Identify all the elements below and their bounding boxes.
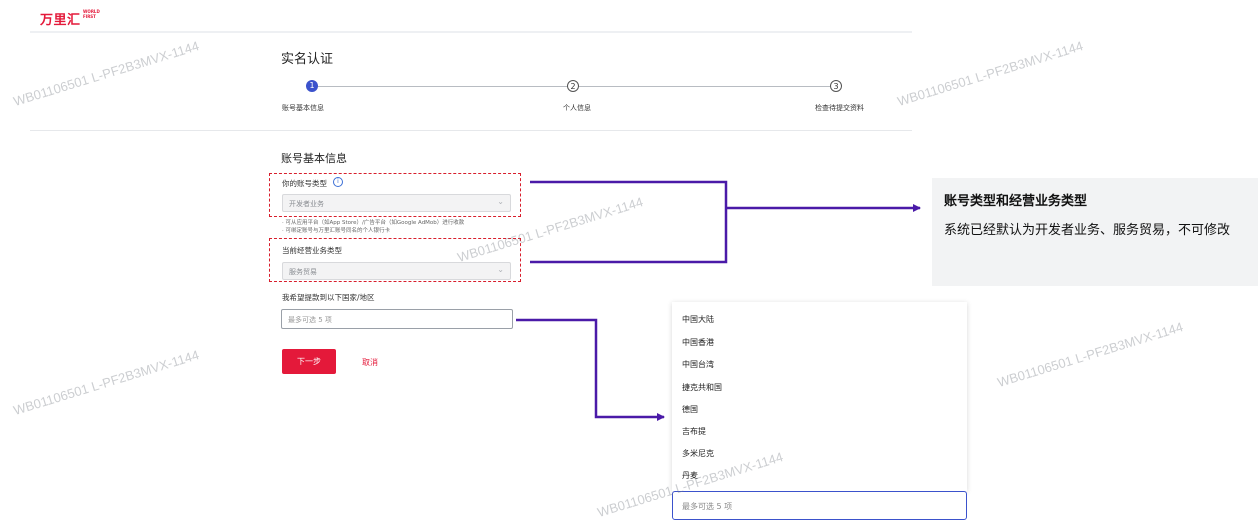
next-step-button[interactable]: 下一步 <box>282 349 336 374</box>
brand-logo: 万里汇 <box>40 13 81 28</box>
step-3-indicator: 3 <box>830 80 842 92</box>
dropdown-option[interactable]: 多米尼克 <box>682 448 714 459</box>
dropdown-search-placeholder: 最多可选 5 项 <box>682 502 733 511</box>
dropdown-option[interactable]: 中国台湾 <box>682 359 714 370</box>
dropdown-option[interactable]: 中国大陆 <box>682 314 714 325</box>
section-divider <box>30 130 912 131</box>
account-type-select: 开发者业务 ⌄ <box>282 194 511 212</box>
callout-title: 账号类型和经营业务类型 <box>944 194 1088 209</box>
dropdown-option[interactable]: 中国香港 <box>682 337 714 348</box>
region-dropdown: 中国大陆 中国香港 中国台湾 捷克共和国 德国 吉布提 多米尼克 丹麦 <box>672 302 967 491</box>
account-type-label: 你的账号类型 <box>282 179 327 188</box>
withdraw-region-placeholder: 最多可选 5 项 <box>288 316 332 324</box>
page-title: 实名认证 <box>281 52 334 67</box>
business-type-select: 服务贸易 ⌄ <box>282 262 511 280</box>
info-icon[interactable]: i <box>333 177 343 187</box>
account-type-value: 开发者业务 <box>289 200 324 208</box>
header-divider <box>30 31 912 33</box>
annotation-callout: 账号类型和经营业务类型 系统已经默认为开发者业务、服务贸易，不可修改 <box>932 178 1258 286</box>
withdraw-region-input[interactable]: 最多可选 5 项 <box>281 309 513 329</box>
step-2-label: 个人信息 <box>563 104 591 112</box>
business-type-value: 服务贸易 <box>289 268 317 276</box>
chevron-down-icon: ⌄ <box>497 197 504 206</box>
callout-body: 系统已经默认为开发者业务、服务贸易，不可修改 <box>944 223 1231 238</box>
chevron-down-icon: ⌄ <box>497 265 504 274</box>
withdraw-region-label: 我希望提款到以下国家/地区 <box>282 293 375 302</box>
dropdown-option[interactable]: 捷克共和国 <box>682 382 722 393</box>
brand-logo-en: WORLD FIRST <box>83 9 100 19</box>
account-type-hint-2: · 可绑定账号与万里汇账号同名的个人银行卡 <box>282 228 390 234</box>
watermark: WB01106501 L-PF2B3MVX-1144 <box>995 319 1185 390</box>
cancel-link[interactable]: 取消 <box>362 357 378 368</box>
step-1-indicator: 1 <box>306 80 318 92</box>
section-title: 账号基本信息 <box>281 152 347 165</box>
account-type-hint-1: · 可从应用平台（如App Store）/广告平台（如Google AdMob）… <box>282 220 465 226</box>
watermark: WB01106501 L-PF2B3MVX-1144 <box>11 38 201 110</box>
step-2-indicator: 2 <box>567 80 579 92</box>
dropdown-option[interactable]: 德国 <box>682 404 698 415</box>
connector-arrow <box>516 318 665 421</box>
dropdown-search-input[interactable]: 最多可选 5 项 <box>672 491 967 520</box>
step-3-label: 检查待提交资料 <box>815 104 864 112</box>
step-1-label: 账号基本信息 <box>282 104 324 112</box>
watermark: WB01106501 L-PF2B3MVX-1144 <box>895 38 1085 110</box>
dropdown-option[interactable]: 吉布提 <box>682 426 706 437</box>
business-type-label: 当前经营业务类型 <box>282 246 342 255</box>
watermark: WB01106501 L-PF2B3MVX-1144 <box>11 347 201 418</box>
